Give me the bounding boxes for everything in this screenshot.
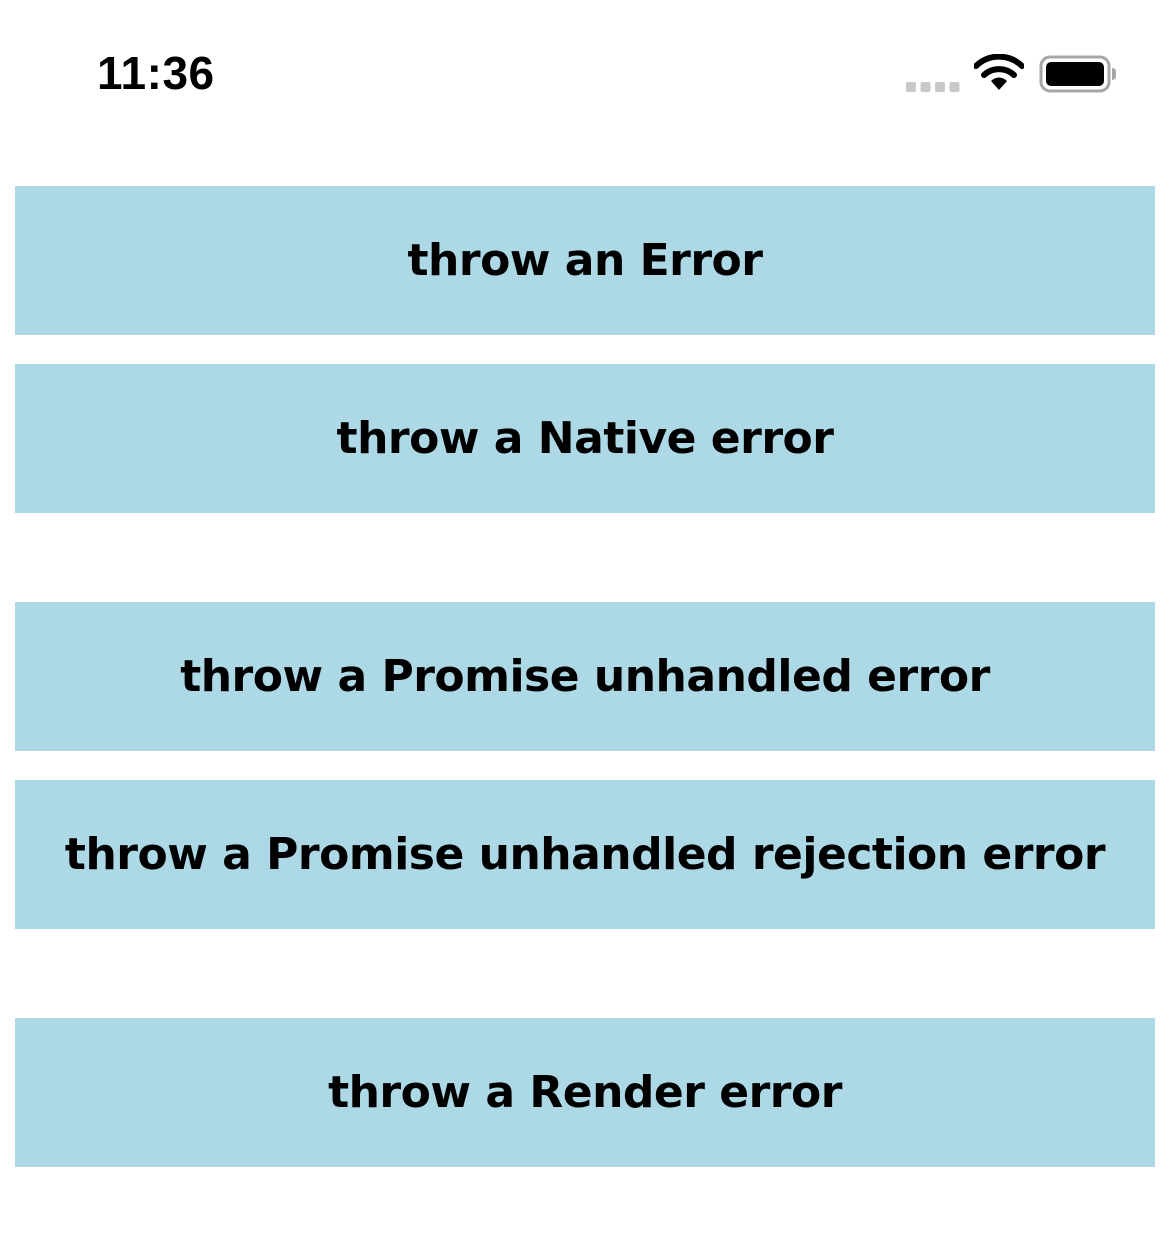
throw-promise-unhandled-rejection-error-button[interactable]: throw a Promise unhandled rejection erro… [15, 780, 1155, 929]
status-time: 11:36 [97, 47, 215, 99]
wifi-icon [974, 54, 1024, 90]
button-label: throw a Promise unhandled error [180, 651, 990, 702]
throw-error-button[interactable]: throw an Error [15, 186, 1155, 335]
button-label: throw a Native error [336, 413, 834, 464]
status-bar: 11:36 [0, 0, 1170, 150]
button-label: throw an Error [407, 235, 763, 286]
button-label: throw a Promise unhandled rejection erro… [64, 829, 1106, 880]
battery-icon [1039, 55, 1116, 93]
throw-render-error-button[interactable]: throw a Render error [15, 1018, 1155, 1167]
button-label: throw a Render error [328, 1067, 842, 1118]
throw-promise-unhandled-error-button[interactable]: throw a Promise unhandled error [15, 602, 1155, 751]
throw-native-error-button[interactable]: throw a Native error [15, 364, 1155, 513]
cellular-signal-icon [906, 82, 960, 92]
